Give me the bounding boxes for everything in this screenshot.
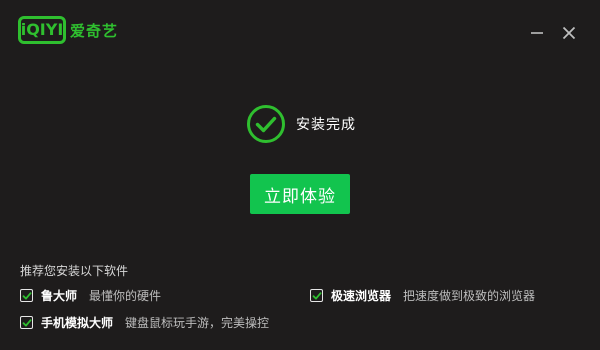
check-circle-icon [247, 105, 285, 143]
try-now-button[interactable]: 立即体验 [250, 174, 350, 214]
installer-window: iQIYI 爱奇艺 安装完成 立即体验 推荐您安装以下软件 鲁大师 最懂你的硬件… [0, 0, 600, 350]
checkbox[interactable] [20, 289, 33, 302]
recommendation-description: 把速度做到极致的浏览器 [403, 289, 536, 303]
recommendation-description: 键盘鼠标玩手游，完美操控 [125, 316, 270, 330]
recommendation-item-ludashi[interactable]: 鲁大师 最懂你的硬件 [20, 287, 161, 304]
recommendation-description: 最懂你的硬件 [89, 289, 162, 303]
checkmark-icon [22, 291, 32, 299]
recommendation-name: 手机模拟大师 [41, 316, 114, 330]
recommendation-item-browser[interactable]: 极速浏览器 把速度做到极致的浏览器 [310, 287, 535, 304]
title-bar: iQIYI 爱奇艺 [0, 0, 600, 64]
checkbox[interactable] [310, 289, 323, 302]
status-text: 安装完成 [296, 117, 356, 133]
logo-text: 爱奇艺 [70, 21, 119, 40]
close-icon [562, 26, 576, 40]
logo-mark: iQIYI [18, 16, 66, 44]
recommendation-name: 极速浏览器 [331, 289, 392, 303]
checkmark-icon [312, 291, 322, 299]
install-status: 安装完成 [246, 104, 356, 144]
recommendation-name: 鲁大师 [41, 289, 78, 303]
checkbox[interactable] [20, 316, 33, 329]
minimize-icon [531, 32, 543, 34]
recommendation-item-emulator[interactable]: 手机模拟大师 键盘鼠标玩手游，完美操控 [20, 314, 269, 331]
checkmark-icon [22, 318, 32, 326]
app-logo: iQIYI 爱奇艺 [18, 16, 118, 44]
recommendations-title: 推荐您安装以下软件 [20, 264, 129, 278]
close-button[interactable] [558, 22, 580, 44]
minimize-button[interactable] [526, 22, 548, 44]
